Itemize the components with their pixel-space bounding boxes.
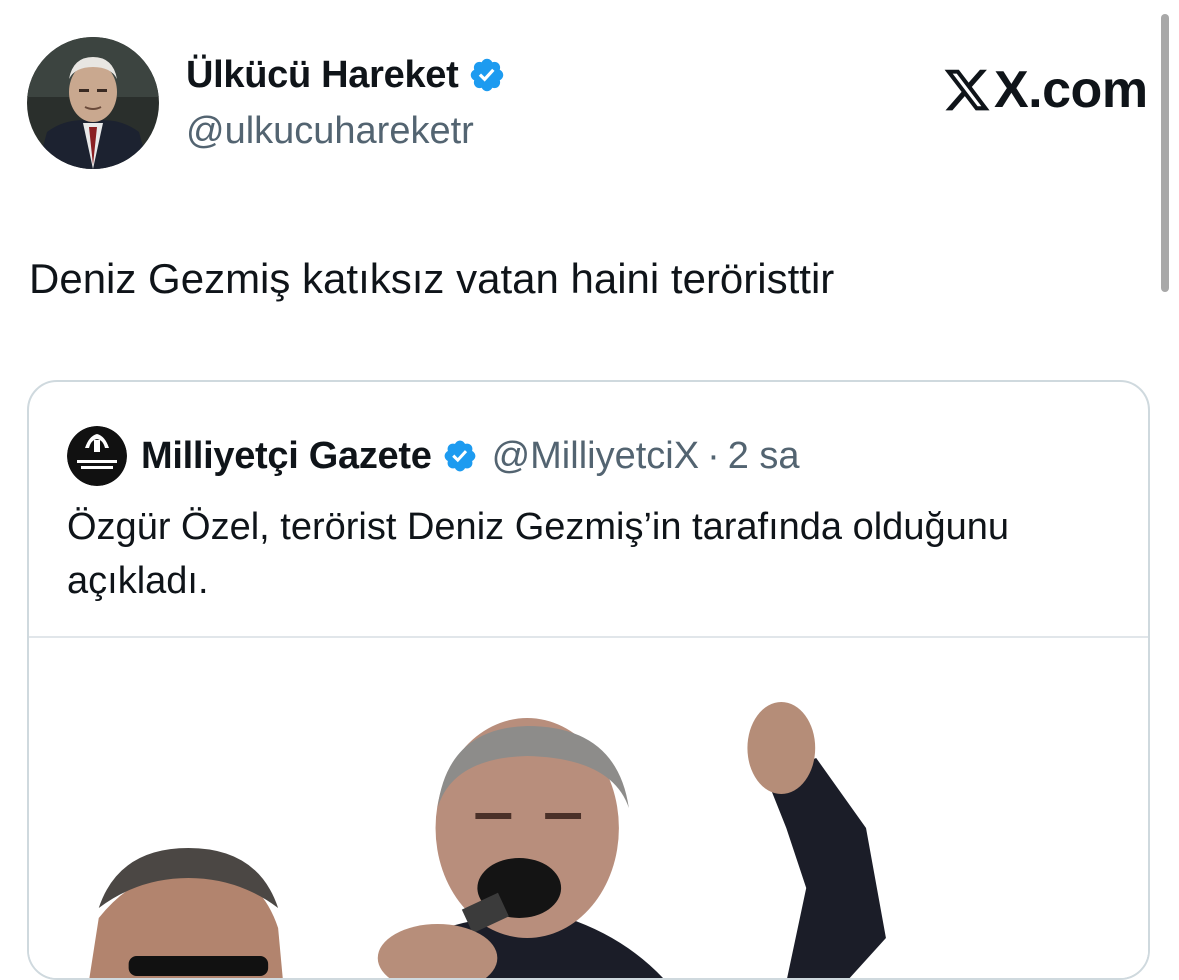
verified-check-icon (444, 440, 475, 472)
author-avatar[interactable] (27, 37, 159, 169)
author-handle[interactable]: @ulkucuhareketr (186, 108, 474, 154)
page-scrollbar[interactable] (1161, 14, 1169, 292)
x-brand[interactable]: X.com (942, 60, 1148, 120)
author-avatar-photo (27, 37, 159, 169)
quoted-tweet-text: Özgür Özel, terörist Deniz Gezmiş’in tar… (67, 506, 1009, 602)
quoted-tweet-media[interactable] (29, 638, 1148, 978)
quoted-author-handle[interactable]: @MilliyetciX (492, 435, 699, 478)
quoted-author-name[interactable]: Milliyetçi Gazete (141, 435, 432, 478)
quoted-tweet-timestamp[interactable]: 2 sa (728, 435, 800, 478)
speech-photo-image (29, 638, 1148, 978)
tweet-text: Deniz Gezmiş katıksız vatan haini teröri… (29, 255, 835, 302)
quoted-tweet-header: Milliyetçi Gazete @MilliyetciX · 2 sa (67, 426, 800, 486)
author-name[interactable]: Ülkücü Hareket (186, 52, 506, 98)
verified-check-icon (471, 58, 504, 92)
meta-separator: · (707, 434, 720, 477)
author-name-text: Ülkücü Hareket (186, 54, 459, 96)
brand-domain: X.com (994, 61, 1148, 119)
milliyetci-gazete-logo (67, 426, 127, 486)
quoted-author-avatar[interactable] (67, 426, 127, 486)
quoted-tweet-card[interactable]: Milliyetçi Gazete @MilliyetciX · 2 sa Öz… (27, 380, 1150, 980)
x-logo-icon (944, 69, 990, 111)
